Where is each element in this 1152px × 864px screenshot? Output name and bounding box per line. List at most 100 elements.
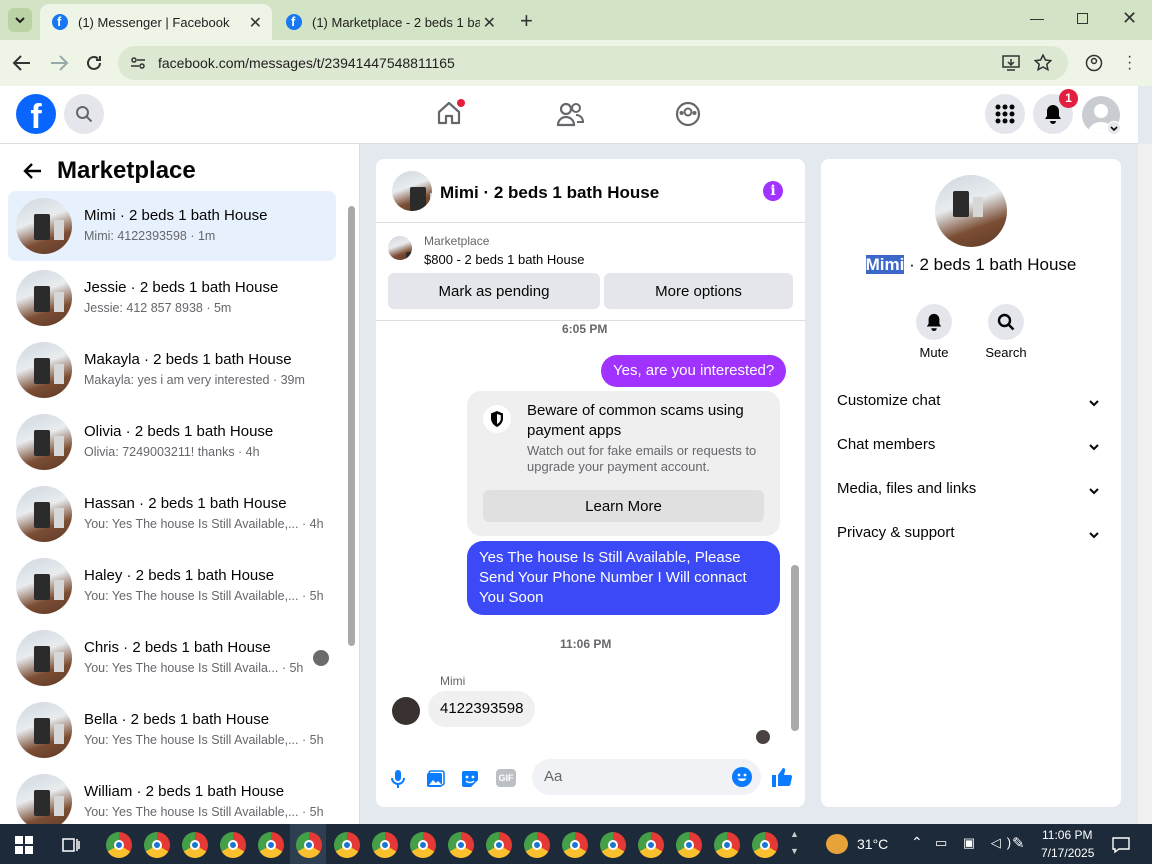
chrome-taskbar-icon[interactable]	[562, 832, 588, 858]
windows-start-icon[interactable]	[15, 836, 33, 854]
media-files-links-section[interactable]: Media, files and links	[837, 480, 1105, 510]
forward-arrow-icon[interactable]	[49, 54, 69, 72]
clock-time[interactable]: 11:06 PM	[1042, 828, 1092, 842]
conversation-list-scrollbar[interactable]	[348, 206, 355, 646]
info-icon[interactable]: i	[763, 181, 783, 201]
profile-icon[interactable]	[1085, 54, 1103, 72]
mute-button[interactable]	[916, 304, 952, 340]
privacy-support-section[interactable]: Privacy & support	[837, 524, 1105, 554]
friends-icon[interactable]	[556, 101, 584, 127]
chrome-taskbar-icon[interactable]	[410, 832, 436, 858]
search-in-chat-button[interactable]	[988, 304, 1024, 340]
chat-scrollbar[interactable]	[791, 565, 799, 731]
notification-center-icon[interactable]	[1112, 836, 1130, 854]
chat-members-section[interactable]: Chat members	[837, 436, 1105, 466]
search-icon	[997, 313, 1015, 331]
timestamp: 6:05 PM	[562, 322, 608, 336]
home-notification-dot	[457, 99, 465, 107]
weather-icon[interactable]	[826, 834, 848, 854]
close-window-button[interactable]: ✕	[1122, 8, 1137, 29]
mark-as-pending-button[interactable]: Mark as pending	[388, 273, 600, 309]
tab-messenger[interactable]: (1) Messenger | Facebook ✕	[40, 4, 272, 40]
message-input[interactable]: Aa	[532, 759, 761, 795]
chrome-taskbar-icon[interactable]	[258, 832, 284, 858]
browser-menu-icon[interactable]: · · ·	[1127, 49, 1132, 77]
conversation-item[interactable]: Makayla · 2 beds 1 bath House Makayla: y…	[8, 335, 336, 405]
chrome-taskbar-icon[interactable]	[182, 832, 208, 858]
minimize-button[interactable]	[1030, 19, 1044, 20]
photo-icon[interactable]	[425, 769, 445, 789]
emoji-icon[interactable]	[732, 767, 752, 787]
tab-marketplace[interactable]: (1) Marketplace - 2 beds 1 bath ✕	[274, 4, 506, 40]
clock-date[interactable]: 7/17/2025	[1041, 846, 1094, 860]
customize-chat-section[interactable]: Customize chat	[837, 392, 1105, 422]
account-chevron[interactable]	[1107, 121, 1121, 135]
chrome-taskbar-icon[interactable]	[524, 832, 550, 858]
menu-button[interactable]	[985, 94, 1025, 134]
address-bar[interactable]: facebook.com/messages/t/2394144754881116…	[118, 46, 1068, 80]
conversation-item[interactable]: Olivia · 2 beds 1 bath House Olivia: 724…	[8, 407, 336, 477]
search-button[interactable]	[64, 94, 104, 134]
page-scrollbar[interactable]	[1138, 144, 1152, 824]
chrome-taskbar-icon[interactable]	[220, 832, 246, 858]
chrome-taskbar-icon[interactable]	[752, 832, 778, 858]
gif-icon[interactable]: GIF	[496, 769, 516, 787]
section-label: Media, files and links	[837, 480, 977, 497]
chrome-taskbar-icon[interactable]	[334, 832, 360, 858]
conversation-item[interactable]: Haley · 2 beds 1 bath House You: Yes The…	[8, 551, 336, 621]
groups-icon[interactable]	[675, 101, 701, 127]
profile-avatar[interactable]	[935, 175, 1007, 247]
chrome-taskbar-icon[interactable]	[486, 832, 512, 858]
chrome-taskbar-icon[interactable]	[448, 832, 474, 858]
conversation-title: William · 2 beds 1 bath House	[84, 783, 285, 800]
nav-home[interactable]	[436, 99, 465, 126]
chrome-taskbar-icon[interactable]	[638, 832, 664, 858]
chrome-taskbar-icon[interactable]	[372, 832, 398, 858]
conversation-preview: Mimi: 4122393598 · 1m	[84, 229, 216, 243]
task-view-icon[interactable]	[62, 836, 80, 854]
conversation-item[interactable]: Jessie · 2 beds 1 bath House Jessie: 412…	[8, 263, 336, 333]
outgoing-message[interactable]: Yes The house Is Still Available, Please…	[467, 541, 780, 615]
listing-banner[interactable]: Marketplace $800 - 2 beds 1 bath House	[376, 223, 805, 273]
conversation-item[interactable]: Chris · 2 beds 1 bath House You: Yes The…	[8, 623, 336, 693]
tray-icons[interactable]: ▭ ▣ ◁)	[935, 835, 1017, 851]
chrome-taskbar-icon[interactable]	[106, 832, 132, 858]
conversation-item[interactable]: Mimi · 2 beds 1 bath House Mimi: 4122393…	[8, 191, 336, 261]
chrome-taskbar-icon[interactable]	[600, 832, 626, 858]
outgoing-message[interactable]: Yes, are you interested?	[601, 355, 787, 387]
pen-icon[interactable]: ✎	[1012, 834, 1025, 852]
incoming-message[interactable]: 4122393598	[428, 691, 536, 727]
back-arrow-icon[interactable]	[22, 162, 42, 180]
conversation-item[interactable]: William · 2 beds 1 bath House You: Yes T…	[8, 767, 336, 824]
conversation-item[interactable]: Hassan · 2 beds 1 bath House You: Yes Th…	[8, 479, 336, 549]
tab-search-button[interactable]	[8, 8, 32, 32]
conversation-preview: You: Yes The house Is Still Available,..…	[84, 733, 324, 747]
chat-title[interactable]: Mimi · 2 beds 1 bath House	[440, 183, 659, 203]
url-text: facebook.com/messages/t/2394144754881116…	[158, 55, 455, 71]
chrome-taskbar-icon[interactable]	[676, 832, 702, 858]
more-options-button[interactable]: More options	[604, 273, 793, 309]
conversation-item[interactable]: Bella · 2 beds 1 bath House You: Yes The…	[8, 695, 336, 765]
learn-more-button[interactable]: Learn More	[483, 490, 764, 522]
bookmark-star-icon[interactable]	[1034, 54, 1052, 72]
chrome-taskbar-icon[interactable]	[296, 832, 322, 858]
tray-overflow-icon[interactable]: ⌃	[911, 834, 923, 851]
restore-button[interactable]	[1077, 13, 1088, 24]
chrome-taskbar-icon[interactable]	[144, 832, 170, 858]
close-tab-icon[interactable]: ✕	[483, 13, 496, 33]
taskbar-scroll-arrows[interactable]: ▲ ▼	[790, 826, 799, 860]
conversation-title: Mimi · 2 beds 1 bath House	[84, 207, 268, 224]
chrome-taskbar-icon[interactable]	[714, 832, 740, 858]
thumbs-up-icon[interactable]	[771, 766, 793, 788]
new-tab-button[interactable]: +	[520, 8, 533, 34]
microphone-icon[interactable]	[390, 769, 406, 789]
reload-icon[interactable]	[85, 54, 103, 72]
sticker-icon[interactable]	[460, 769, 480, 789]
facebook-logo[interactable]: f	[16, 94, 56, 134]
close-tab-icon[interactable]: ✕	[249, 13, 262, 33]
weather-temp[interactable]: 31°C	[857, 836, 888, 852]
back-arrow-icon[interactable]	[12, 54, 32, 72]
install-app-icon[interactable]	[1002, 54, 1020, 72]
site-settings-icon[interactable]	[130, 55, 146, 71]
read-receipt-avatar	[756, 730, 770, 744]
